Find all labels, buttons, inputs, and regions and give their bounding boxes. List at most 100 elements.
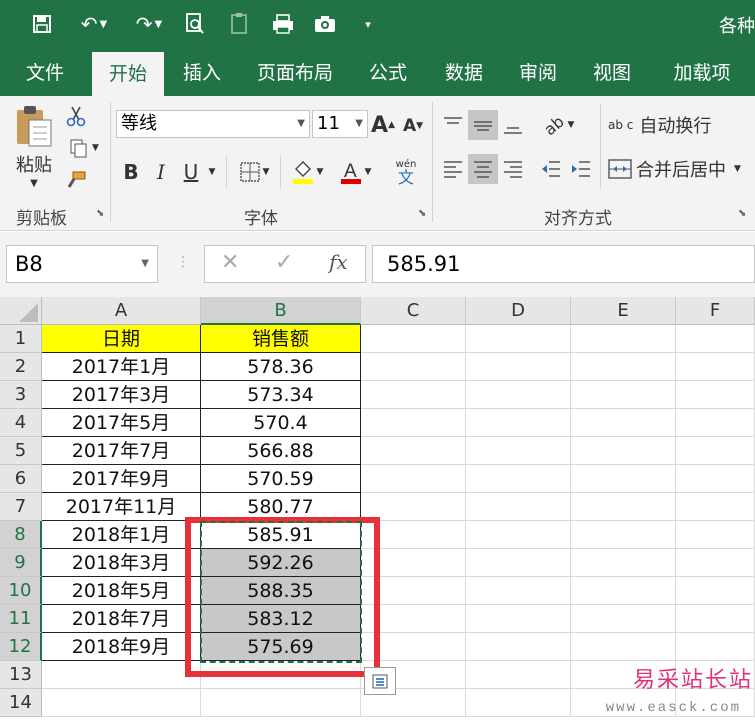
column-header-c[interactable]: C bbox=[361, 297, 466, 325]
align-center-icon[interactable] bbox=[468, 154, 498, 184]
align-bottom-icon[interactable] bbox=[498, 110, 528, 140]
cell-a3[interactable]: 2017年3月 bbox=[42, 381, 201, 409]
cell-b13[interactable] bbox=[201, 661, 361, 689]
cell-f7[interactable] bbox=[676, 493, 755, 521]
cell-d7[interactable] bbox=[466, 493, 571, 521]
cell-d14[interactable] bbox=[466, 689, 571, 717]
cell-d8[interactable] bbox=[466, 521, 571, 549]
row-header-11[interactable]: 11 bbox=[0, 605, 42, 633]
paste-dropdown-icon[interactable]: ▼ bbox=[26, 176, 42, 190]
cell-f12[interactable] bbox=[676, 633, 755, 661]
cell-a2[interactable]: 2017年1月 bbox=[42, 353, 201, 381]
paste-icon[interactable] bbox=[10, 102, 58, 150]
fill-color-button[interactable]: ▼ bbox=[284, 158, 330, 186]
cell-d13[interactable] bbox=[466, 661, 571, 689]
cell-d11[interactable] bbox=[466, 605, 571, 633]
shrink-font-button[interactable]: A ▼ bbox=[402, 114, 424, 138]
borders-button[interactable]: ▼ bbox=[232, 158, 276, 186]
cell-a8[interactable]: 2018年1月 bbox=[42, 521, 201, 549]
increase-indent-icon[interactable] bbox=[566, 154, 596, 184]
cell-d10[interactable] bbox=[466, 577, 571, 605]
row-header-8[interactable]: 8 bbox=[0, 521, 42, 549]
camera-icon[interactable] bbox=[310, 8, 340, 40]
redo-button[interactable]: ↷ ▼ bbox=[125, 8, 173, 40]
cell-c9[interactable] bbox=[361, 549, 466, 577]
cell-e3[interactable] bbox=[571, 381, 676, 409]
name-box[interactable]: B8 ▼ bbox=[6, 245, 158, 283]
tab-file[interactable]: 文件 bbox=[8, 50, 82, 96]
cell-f3[interactable] bbox=[676, 381, 755, 409]
cell-b8[interactable]: 585.91 bbox=[201, 521, 361, 549]
font-color-button[interactable]: A ▼ bbox=[332, 158, 378, 186]
cell-a4[interactable]: 2017年5月 bbox=[42, 409, 201, 437]
print-preview-icon[interactable] bbox=[180, 8, 210, 40]
enter-icon[interactable]: ✓ bbox=[275, 250, 293, 275]
tab-review[interactable]: 审阅 bbox=[508, 50, 568, 96]
cell-e10[interactable] bbox=[571, 577, 676, 605]
format-painter-icon[interactable] bbox=[64, 168, 88, 192]
cell-a13[interactable] bbox=[42, 661, 201, 689]
align-left-icon[interactable] bbox=[438, 154, 468, 184]
tab-formulas[interactable]: 公式 bbox=[358, 50, 418, 96]
cell-a7[interactable]: 2017年11月 bbox=[42, 493, 201, 521]
row-header-6[interactable]: 6 bbox=[0, 465, 42, 493]
cell-b12[interactable]: 575.69 bbox=[201, 633, 361, 661]
cell-a10[interactable]: 2018年5月 bbox=[42, 577, 201, 605]
row-header-3[interactable]: 3 bbox=[0, 381, 42, 409]
cell-e8[interactable] bbox=[571, 521, 676, 549]
cell-b3[interactable]: 573.34 bbox=[201, 381, 361, 409]
cell-f9[interactable] bbox=[676, 549, 755, 577]
tab-addins[interactable]: 加载项 bbox=[662, 50, 742, 96]
cell-b4[interactable]: 570.4 bbox=[201, 409, 361, 437]
cell-c12[interactable] bbox=[361, 633, 466, 661]
cell-a1[interactable]: 日期 bbox=[42, 325, 201, 353]
cell-c1[interactable] bbox=[361, 325, 466, 353]
cell-f6[interactable] bbox=[676, 465, 755, 493]
customize-qat-icon[interactable]: ▾ bbox=[358, 8, 378, 40]
underline-dropdown-icon[interactable]: ▼ bbox=[204, 164, 220, 180]
cell-c7[interactable] bbox=[361, 493, 466, 521]
cell-d1[interactable] bbox=[466, 325, 571, 353]
cell-b7[interactable]: 580.77 bbox=[201, 493, 361, 521]
cell-f5[interactable] bbox=[676, 437, 755, 465]
cell-b1[interactable]: 销售额 bbox=[201, 325, 361, 353]
cell-e5[interactable] bbox=[571, 437, 676, 465]
copy-button[interactable]: ▼ bbox=[64, 136, 104, 160]
cell-b5[interactable]: 566.88 bbox=[201, 437, 361, 465]
cell-e7[interactable] bbox=[571, 493, 676, 521]
cell-e6[interactable] bbox=[571, 465, 676, 493]
paste-options-button[interactable] bbox=[364, 667, 396, 695]
cell-e2[interactable] bbox=[571, 353, 676, 381]
align-top-icon[interactable] bbox=[438, 110, 468, 140]
font-size-combo[interactable]: 11 ▼ bbox=[312, 110, 368, 138]
align-right-icon[interactable] bbox=[498, 154, 528, 184]
insert-function-icon[interactable]: fx bbox=[329, 250, 348, 274]
row-header-7[interactable]: 7 bbox=[0, 493, 42, 521]
tab-page-layout[interactable]: 页面布局 bbox=[252, 50, 338, 96]
cut-icon[interactable] bbox=[64, 104, 88, 128]
cell-f8[interactable] bbox=[676, 521, 755, 549]
cell-d3[interactable] bbox=[466, 381, 571, 409]
alignment-launcher-icon[interactable]: ⬊ bbox=[738, 208, 746, 219]
cell-e9[interactable] bbox=[571, 549, 676, 577]
cell-d9[interactable] bbox=[466, 549, 571, 577]
decrease-indent-icon[interactable] bbox=[536, 154, 566, 184]
italic-button[interactable]: I bbox=[148, 158, 174, 186]
cell-e4[interactable] bbox=[571, 409, 676, 437]
cell-c5[interactable] bbox=[361, 437, 466, 465]
align-middle-icon[interactable] bbox=[468, 110, 498, 140]
row-header-1[interactable]: 1 bbox=[0, 325, 42, 353]
row-header-14[interactable]: 14 bbox=[0, 689, 42, 717]
save-icon[interactable] bbox=[28, 8, 56, 40]
cell-c4[interactable] bbox=[361, 409, 466, 437]
formula-input[interactable]: 585.91 bbox=[372, 245, 755, 283]
tab-view[interactable]: 视图 bbox=[582, 50, 642, 96]
select-all-button[interactable] bbox=[0, 297, 42, 325]
grow-font-button[interactable]: A ▲ bbox=[371, 112, 395, 138]
cell-f10[interactable] bbox=[676, 577, 755, 605]
cell-c10[interactable] bbox=[361, 577, 466, 605]
cell-d5[interactable] bbox=[466, 437, 571, 465]
cell-a9[interactable]: 2018年3月 bbox=[42, 549, 201, 577]
font-launcher-icon[interactable]: ⬊ bbox=[418, 208, 426, 219]
column-header-f[interactable]: F bbox=[676, 297, 755, 325]
